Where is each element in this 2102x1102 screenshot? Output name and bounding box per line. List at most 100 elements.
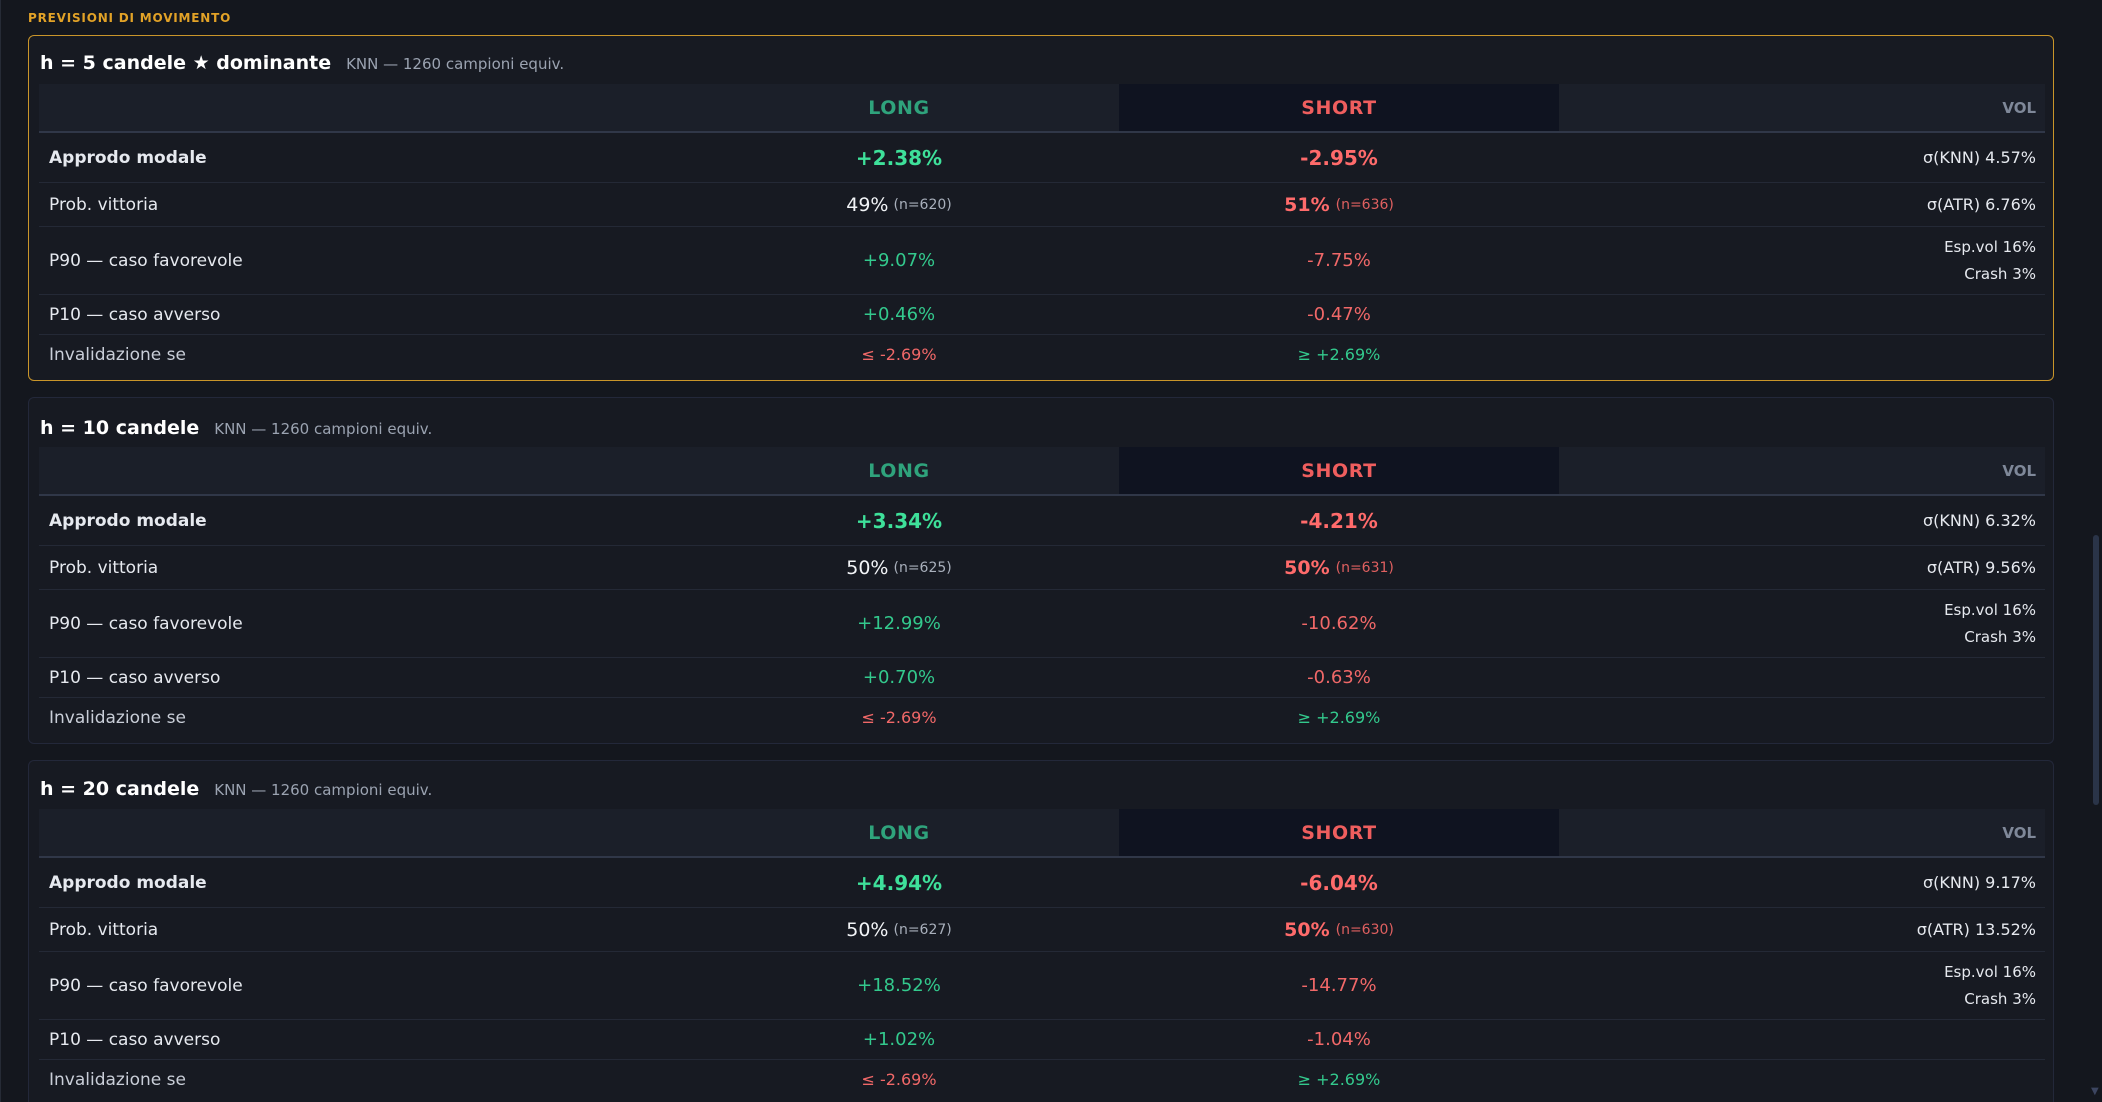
card-header: h = 20 candele KNN — 1260 campioni equiv… (40, 778, 432, 800)
p90-short-value: -10.62% (1301, 613, 1377, 634)
card-title: h = 5 candele ★ dominante (40, 52, 332, 74)
header-long: LONG (868, 96, 930, 119)
table-header: LONG SHORT VOL (39, 84, 2045, 133)
p10-short-value: -0.47% (1307, 304, 1371, 325)
table-row: Prob. vittoria 50% (n=627) 50% (n=630) σ(A… (39, 908, 2045, 952)
prob-long-value: 50% (846, 918, 889, 941)
table-row: P10 — caso avverso +0.46% -0.47% (39, 295, 2045, 335)
p10-short-value: -0.63% (1307, 667, 1371, 688)
vol-knn: σ(KNN) 9.17% (1923, 873, 2036, 892)
prob-long-count: (n=625) (893, 559, 952, 576)
p10-long-value: +0.70% (862, 667, 936, 688)
row-label: P10 — caso avverso (49, 304, 221, 325)
card-subtitle: KNN — 1260 campioni equiv. (214, 420, 433, 438)
row-label: Prob. vittoria (49, 919, 159, 940)
table-row: Approdo modale +3.34% -4.21% σ(KNN) 6.32… (39, 496, 2045, 546)
scrollbar-thumb[interactable] (2093, 535, 2099, 805)
esp-vol: Esp.vol 16% (1944, 237, 2036, 256)
prob-short-value: 50% (1284, 556, 1330, 579)
inval-short-value: ≥ +2.69% (1297, 708, 1381, 727)
inval-short-value: ≥ +2.69% (1297, 345, 1381, 364)
vol-extra: Esp.vol 16% Crash 3% (1559, 227, 2045, 294)
row-label: Prob. vittoria (49, 557, 159, 578)
table-row: Prob. vittoria 50% (n=625) 50% (n=631) σ(A… (39, 546, 2045, 590)
approdo-short-value: -4.21% (1300, 508, 1378, 533)
row-label: Approdo modale (49, 147, 207, 168)
table-row: Invalidazione se ≤ -2.69% ≥ +2.69% (39, 1060, 2045, 1099)
p90-long-value: +9.07% (862, 250, 936, 271)
table-row: P90 — caso favorevole +12.99% -10.62% Es… (39, 590, 2045, 658)
row-label: P10 — caso avverso (49, 1029, 221, 1050)
p10-long-value: +1.02% (862, 1029, 936, 1050)
card-subtitle: KNN — 1260 campioni equiv. (214, 781, 433, 799)
table-row: Invalidazione se ≤ -2.69% ≥ +2.69% (39, 698, 2045, 737)
table-header: LONG SHORT VOL (39, 447, 2045, 496)
prob-long-value: 49% (846, 193, 889, 216)
forecast-table: LONG SHORT VOL Approdo modale +4.94% -6.… (39, 809, 2045, 1099)
prob-short-count: (n=631) (1335, 559, 1394, 576)
horizon-card-5: h = 5 candele ★ dominante KNN — 1260 cam… (28, 35, 2054, 381)
section-title: PREVISIONI DI MOVIMENTO (28, 11, 232, 25)
header-short: SHORT (1119, 447, 1559, 494)
table-row: Invalidazione se ≤ -2.69% ≥ +2.69% (39, 335, 2045, 374)
crash-prob: Crash 3% (1964, 264, 2036, 283)
prob-long-count: (n=620) (893, 196, 952, 213)
header-vol: VOL (2002, 823, 2036, 842)
p90-long-value: +12.99% (857, 613, 941, 634)
forecast-table: LONG SHORT VOL Approdo modale +2.38% -2.… (39, 84, 2045, 374)
row-label: P90 — caso favorevole (49, 613, 243, 634)
row-label: Prob. vittoria (49, 194, 159, 215)
approdo-long-value: +4.94% (855, 870, 943, 895)
table-row: P10 — caso avverso +0.70% -0.63% (39, 658, 2045, 698)
vol-atr: σ(ATR) 6.76% (1926, 195, 2036, 214)
vol-knn: σ(KNN) 6.32% (1923, 511, 2036, 530)
prob-long-count: (n=627) (893, 921, 952, 938)
approdo-long-value: +2.38% (855, 145, 943, 170)
prob-short-value: 50% (1284, 918, 1330, 941)
row-label: P90 — caso favorevole (49, 250, 243, 271)
prob-short-value: 51% (1284, 193, 1330, 216)
p10-short-value: -1.04% (1307, 1029, 1371, 1050)
table-row: Approdo modale +4.94% -6.04% σ(KNN) 9.17… (39, 858, 2045, 908)
row-label: Invalidazione se (49, 707, 186, 728)
inval-long-value: ≤ -2.69% (861, 345, 937, 364)
esp-vol: Esp.vol 16% (1944, 962, 2036, 981)
row-label: P10 — caso avverso (49, 667, 221, 688)
header-short: SHORT (1119, 84, 1559, 131)
row-label: Invalidazione se (49, 1069, 186, 1090)
crash-prob: Crash 3% (1964, 627, 2036, 646)
scroll-down-arrow-icon[interactable]: ▼ (2091, 1086, 2099, 1097)
p90-short-value: -14.77% (1301, 975, 1377, 996)
header-short: SHORT (1119, 809, 1559, 856)
row-label: Approdo modale (49, 510, 207, 531)
inval-long-value: ≤ -2.69% (861, 708, 937, 727)
approdo-long-value: +3.34% (855, 508, 943, 533)
p90-short-value: -7.75% (1307, 250, 1371, 271)
vol-extra: Esp.vol 16% Crash 3% (1559, 952, 2045, 1019)
row-label: P90 — caso favorevole (49, 975, 243, 996)
table-row: P10 — caso avverso +1.02% -1.04% (39, 1020, 2045, 1060)
table-row: P90 — caso favorevole +9.07% -7.75% Esp.… (39, 227, 2045, 295)
vol-atr: σ(ATR) 9.56% (1926, 558, 2036, 577)
header-vol: VOL (2002, 98, 2036, 117)
table-row: Prob. vittoria 49% (n=620) 51% (n=636) σ(A… (39, 183, 2045, 227)
header-long: LONG (868, 821, 930, 844)
prob-short-count: (n=636) (1335, 196, 1394, 213)
forecast-panel: PREVISIONI DI MOVIMENTO h = 5 candele ★ … (0, 0, 2082, 1102)
card-header: h = 5 candele ★ dominante KNN — 1260 cam… (40, 52, 564, 74)
horizon-card-20: h = 20 candele KNN — 1260 campioni equiv… (28, 760, 2054, 1102)
card-header: h = 10 candele KNN — 1260 campioni equiv… (40, 417, 432, 439)
esp-vol: Esp.vol 16% (1944, 600, 2036, 619)
p90-long-value: +18.52% (857, 975, 941, 996)
card-title: h = 20 candele (40, 778, 200, 800)
forecast-table: LONG SHORT VOL Approdo modale +3.34% -4.… (39, 447, 2045, 737)
header-long: LONG (868, 459, 930, 482)
table-row: Approdo modale +2.38% -2.95% σ(KNN) 4.57… (39, 133, 2045, 183)
header-vol: VOL (2002, 461, 2036, 480)
card-title: h = 10 candele (40, 417, 200, 439)
inval-long-value: ≤ -2.69% (861, 1070, 937, 1089)
vol-atr: σ(ATR) 13.52% (1916, 920, 2036, 939)
horizon-card-10: h = 10 candele KNN — 1260 campioni equiv… (28, 397, 2054, 744)
vol-extra: Esp.vol 16% Crash 3% (1559, 590, 2045, 657)
prob-long-value: 50% (846, 556, 889, 579)
